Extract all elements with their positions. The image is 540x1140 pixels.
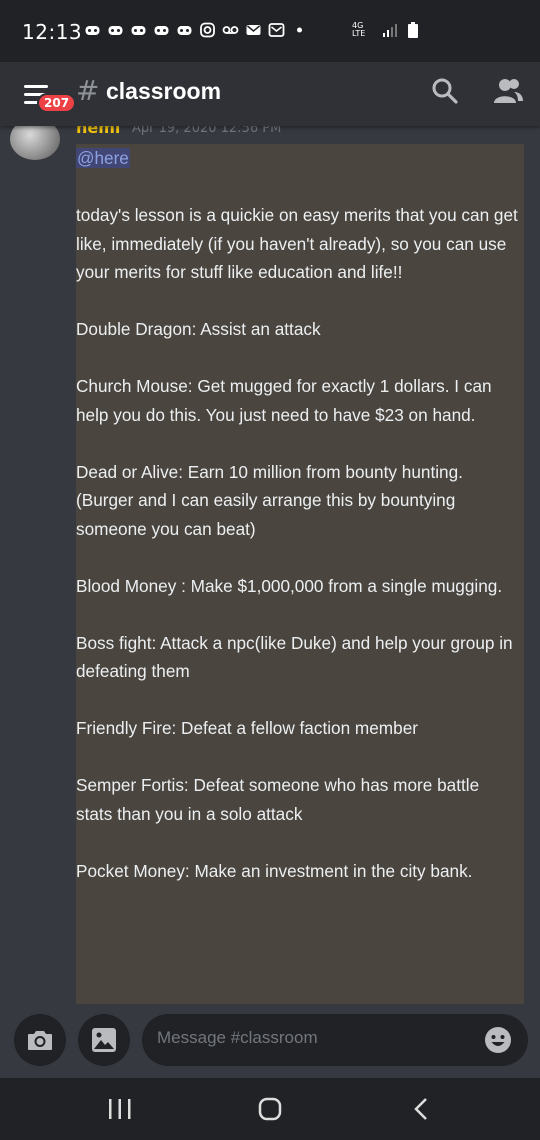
game-notification-icon — [108, 26, 123, 35]
emoji-icon[interactable] — [484, 1026, 512, 1054]
channel-hash-icon: # — [76, 74, 100, 107]
home-icon[interactable] — [258, 1097, 282, 1121]
message-list[interactable]: hemi Apr 19, 2020 12:56 PM @here today's… — [0, 126, 540, 1010]
message-content[interactable]: @here today's lesson is a quickie on eas… — [76, 144, 520, 914]
members-icon[interactable] — [492, 76, 524, 106]
message-placeholder: Message #classroom — [157, 1028, 318, 1047]
message-paragraph: Blood Money : Make $1,000,000 from a sin… — [76, 575, 503, 596]
instagram-icon — [200, 22, 215, 38]
message-paragraph: today's lesson is a quickie on easy meri… — [76, 205, 518, 282]
game-notification-icon — [131, 26, 146, 35]
notification-icons — [84, 22, 308, 38]
message-paragraph: Pocket Money: Make an investment in the … — [76, 860, 473, 881]
game-notification-icon — [177, 26, 192, 35]
network-label: 4G LTE — [352, 21, 366, 38]
message-paragraph: Friendly Fire: Defeat a fellow faction m… — [76, 718, 418, 738]
message-composer: Message #classroom — [0, 1010, 540, 1078]
here-mention[interactable]: @here — [76, 148, 130, 168]
back-icon[interactable] — [412, 1097, 430, 1121]
search-icon[interactable] — [430, 76, 460, 106]
channel-title: classroom — [106, 78, 222, 104]
game-notification-icon — [85, 26, 100, 35]
message-input[interactable]: Message #classroom — [142, 1014, 528, 1066]
dot-icon — [297, 27, 302, 33]
mail-alt-icon — [268, 23, 285, 37]
message-author[interactable]: hemi — [76, 126, 120, 137]
voicemail-icon — [222, 26, 239, 34]
mail-icon — [246, 25, 261, 35]
system-nav-bar — [0, 1078, 540, 1140]
message-paragraph: Church Mouse: Get mugged for exactly 1 d… — [76, 376, 492, 425]
game-notification-icon — [154, 26, 169, 35]
status-time: 12:13 — [22, 20, 83, 44]
message-paragraph: Boss fight: Attack a npc(like Duke) and … — [76, 632, 513, 682]
status-right: 4G LTE — [352, 22, 418, 38]
camera-icon — [28, 1031, 52, 1050]
message-timestamp: Apr 19, 2020 12:56 PM — [132, 126, 282, 136]
camera-button[interactable] — [14, 1014, 66, 1066]
signal-icon — [383, 24, 397, 37]
message-paragraph: Dead or Alive: Earn 10 million from boun… — [76, 461, 463, 539]
message-paragraph: Double Dragon: Assist an attack — [76, 319, 321, 339]
recent-apps-icon[interactable] — [106, 1098, 134, 1120]
channel-header: # classroom — [0, 62, 540, 126]
avatar[interactable] — [10, 126, 60, 160]
status-bar: 12:13 4G LTE — [0, 0, 540, 62]
message-paragraph: Semper Fortis: Defeat someone who has mo… — [76, 775, 480, 824]
battery-icon — [408, 22, 418, 38]
image-button[interactable] — [78, 1014, 130, 1066]
unread-badge: 207 — [37, 93, 77, 113]
image-icon — [92, 1028, 116, 1052]
